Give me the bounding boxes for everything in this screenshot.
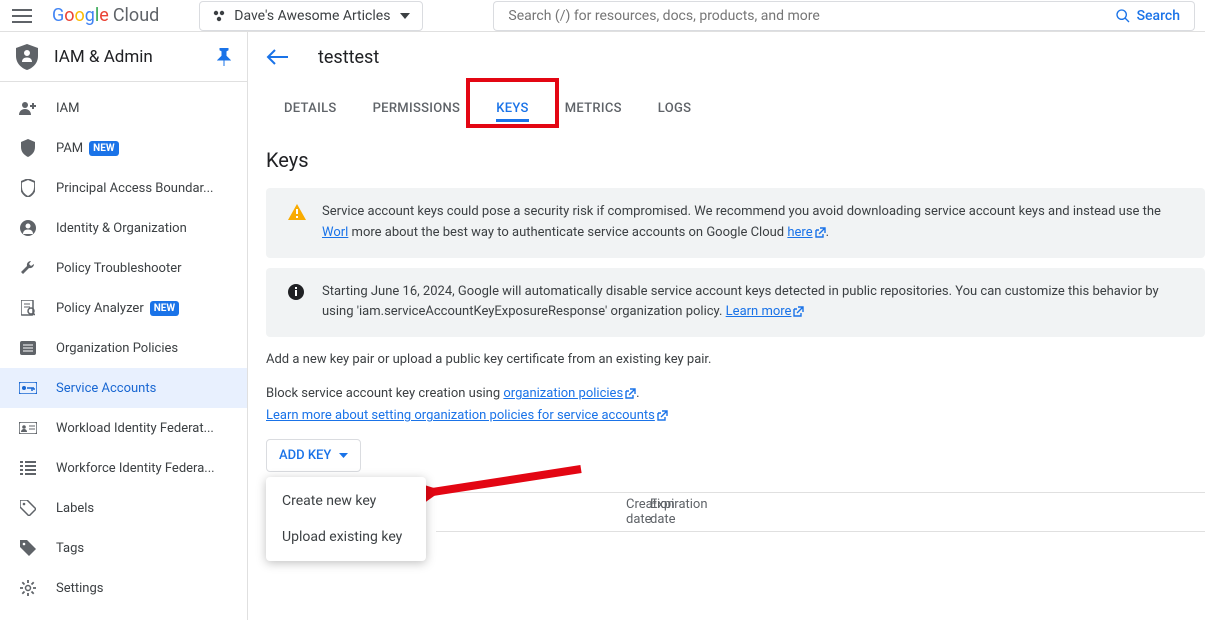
keys-section-title: Keys	[266, 148, 1205, 172]
search-bar[interactable]	[493, 1, 1100, 31]
person-add-icon	[16, 101, 40, 115]
external-link-icon	[625, 388, 636, 399]
sidebar-item-iam[interactable]: IAM	[0, 88, 247, 128]
wrench-icon	[16, 260, 40, 276]
sidebar-item-workload-identity-federat[interactable]: Workload Identity Federat...	[0, 408, 247, 448]
shield-icon	[16, 139, 40, 157]
learn-more-org-policies-link[interactable]: Learn more about setting organization po…	[266, 408, 668, 423]
warning-alert: Service account keys could pose a securi…	[266, 188, 1205, 258]
iam-admin-shield-icon	[16, 44, 38, 70]
account-icon	[16, 220, 40, 236]
sidebar-item-identity-organization[interactable]: Identity & Organization	[0, 208, 247, 248]
sidebar: IAM & Admin IAM PAM NEW Principal Access Bo…	[0, 32, 248, 620]
add-key-label: ADD KEY	[279, 448, 331, 463]
tab-keys[interactable]: KEYS	[478, 101, 546, 130]
new-badge: NEW	[89, 141, 118, 156]
list-dense-icon	[16, 461, 40, 475]
sidebar-item-workforce-identity-federa[interactable]: Workforce Identity Federa...	[0, 448, 247, 488]
sidebar-item-label: Labels	[56, 501, 94, 516]
tag-filled-icon	[16, 540, 40, 556]
sidebar-item-label: PAM	[56, 141, 83, 156]
external-link-icon	[815, 227, 826, 238]
learn-more-link[interactable]: Learn more	[726, 304, 805, 319]
main-menu-button[interactable]	[10, 4, 34, 28]
sidebar-item-principal-access-boundar[interactable]: Principal Access Boundar...	[0, 168, 247, 208]
project-selector[interactable]: Dave's Awesome Articles	[199, 1, 423, 31]
search-button-label: Search	[1137, 8, 1180, 24]
back-arrow-button[interactable]	[266, 49, 288, 65]
sidebar-item-label: Service Accounts	[56, 381, 156, 396]
sidebar-item-service-accounts[interactable]: Service Accounts	[0, 368, 247, 408]
sidebar-item-policy-analyzer[interactable]: Policy Analyzer NEW	[0, 288, 247, 328]
caret-down-icon	[400, 13, 410, 19]
table-header-creation: Creation date	[436, 497, 638, 527]
add-key-button[interactable]: ADD KEY	[266, 439, 361, 472]
tab-logs[interactable]: LOGS	[640, 101, 710, 130]
sidebar-item-label: Settings	[56, 581, 103, 596]
sidebar-item-label: Policy Troubleshooter	[56, 261, 182, 276]
add-key-dropdown: Create new key Upload existing key	[266, 477, 426, 561]
shield-outline-icon	[16, 179, 40, 197]
google-cloud-logo[interactable]: GoogleCloud	[52, 5, 159, 26]
search-input[interactable]	[508, 8, 1086, 24]
sidebar-item-label: Identity & Organization	[56, 221, 187, 236]
search-button[interactable]: Search	[1101, 1, 1195, 31]
sidebar-item-policy-troubleshooter[interactable]: Policy Troubleshooter	[0, 248, 247, 288]
block-text: Block service account key creation using	[266, 386, 503, 401]
pin-icon[interactable]	[217, 48, 231, 66]
gear-icon	[16, 580, 40, 596]
sidebar-item-organization-policies[interactable]: Organization Policies	[0, 328, 247, 368]
main-content: testtest DETAILSPERMISSIONSKEYSMETRICSLO…	[248, 32, 1205, 620]
key-card-icon	[16, 382, 40, 394]
upload-existing-key-option[interactable]: Upload existing key	[266, 519, 426, 555]
external-link-icon	[793, 306, 804, 317]
sidebar-item-label: Policy Analyzer	[56, 301, 144, 316]
alert-text: Service account keys could pose a securi…	[322, 204, 1161, 219]
sidebar-header: IAM & Admin	[0, 32, 247, 82]
cloud-text: Cloud	[113, 5, 159, 26]
workload-link[interactable]: Worl	[322, 225, 348, 240]
caret-down-icon	[339, 453, 348, 458]
sidebar-item-label: Organization Policies	[56, 341, 178, 356]
info-alert: Starting June 16, 2024, Google will auto…	[266, 268, 1205, 338]
sidebar-item-settings[interactable]: Settings	[0, 568, 247, 608]
document-search-icon	[16, 300, 40, 316]
sidebar-item-labels[interactable]: Labels	[0, 488, 247, 528]
list-icon	[16, 341, 40, 355]
warning-icon	[288, 204, 306, 220]
info-icon	[288, 284, 304, 300]
sidebar-item-label: Principal Access Boundar...	[56, 181, 213, 196]
id-card-icon	[16, 422, 40, 434]
sidebar-item-label: Workforce Identity Federa...	[56, 461, 215, 476]
org-policies-link[interactable]: organization policies	[503, 386, 636, 401]
sidebar-title: IAM & Admin	[54, 47, 217, 67]
here-link[interactable]: here	[787, 225, 825, 240]
sidebar-item-tags[interactable]: Tags	[0, 528, 247, 568]
project-icon	[212, 9, 226, 23]
sidebar-item-label: IAM	[56, 101, 79, 116]
new-badge: NEW	[150, 301, 179, 316]
table-header-expiration: Expiration date	[638, 497, 748, 527]
sidebar-item-label: Workload Identity Federat...	[56, 421, 214, 436]
alert-text: more about the best way to authenticate …	[348, 225, 787, 240]
external-link-icon	[657, 410, 668, 421]
key-pair-description: Add a new key pair or upload a public ke…	[266, 349, 1205, 371]
tab-details[interactable]: DETAILS	[266, 101, 355, 130]
tab-permissions[interactable]: PERMISSIONS	[355, 101, 479, 130]
page-tabs: DETAILSPERMISSIONSKEYSMETRICSLOGS	[248, 82, 1205, 130]
page-title: testtest	[318, 47, 379, 68]
project-name: Dave's Awesome Articles	[234, 8, 390, 24]
tab-metrics[interactable]: METRICS	[547, 101, 640, 130]
page-header: testtest	[248, 32, 1205, 82]
sidebar-item-pam[interactable]: PAM NEW	[0, 128, 247, 168]
tag-icon	[16, 500, 40, 516]
sidebar-item-label: Tags	[56, 541, 84, 556]
create-new-key-option[interactable]: Create new key	[266, 483, 426, 519]
